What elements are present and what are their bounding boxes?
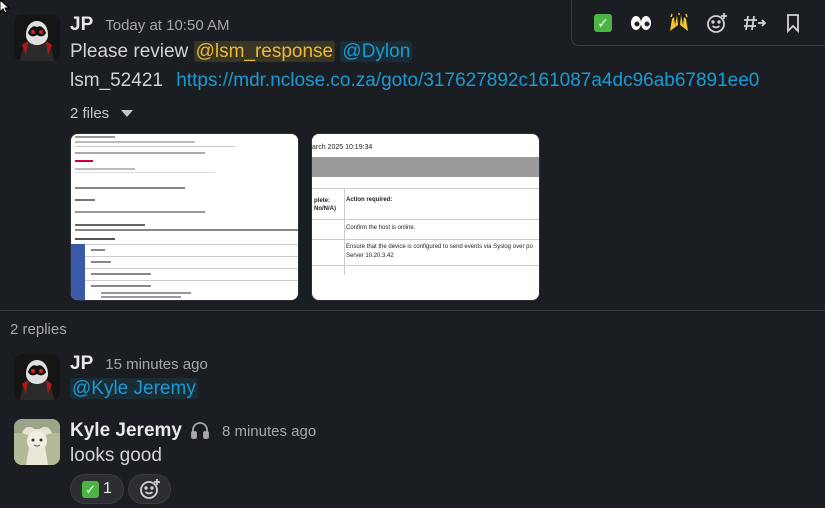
reaction-check-mark[interactable]: ✓ 1 — [70, 474, 124, 504]
files-toggle[interactable]: 2 files — [70, 105, 134, 122]
add-reaction-button[interactable] — [128, 474, 171, 504]
reply-author[interactable]: Kyle Jeremy — [70, 420, 182, 442]
forward-channel-icon[interactable] — [736, 6, 774, 40]
message-line-2: lsm_52421 https://mdr.nclose.co.za/goto/… — [70, 70, 759, 92]
jp-avatar[interactable] — [14, 15, 60, 61]
reply-timestamp[interactable]: 15 minutes ago — [105, 356, 208, 373]
reply-1-text: @Kyle Jeremy — [70, 378, 198, 400]
file-preview-2[interactable]: arch 2025 10:19:34 plete: No/N/A) Action… — [311, 133, 540, 301]
message-actions-toolbar: ✓ — [571, 0, 825, 46]
preview-row1: Confirm the host is online. — [346, 225, 416, 231]
message-timestamp[interactable]: Today at 10:50 AM — [105, 17, 229, 34]
mention-lsm-response[interactable]: @lsm_response — [193, 41, 336, 62]
check-mark-emoji-icon: ✓ — [82, 480, 100, 498]
thread-divider — [0, 310, 825, 311]
preview-header-bar — [312, 157, 539, 177]
files-count-label: 2 files — [70, 105, 110, 122]
mention-dylon[interactable]: @Dylon — [340, 41, 413, 62]
file-preview-1[interactable] — [70, 133, 299, 301]
reply-author[interactable]: JP — [70, 353, 93, 375]
headphones-icon — [190, 421, 210, 439]
raised-hands-emoji-icon[interactable] — [660, 6, 698, 40]
reply-2-text: looks good — [70, 445, 162, 466]
replies-count: 2 replies — [10, 321, 67, 338]
mouse-cursor-icon — [0, 0, 11, 14]
preview-row2: Ensure that the device is configured to … — [346, 244, 533, 259]
preview-table: plete: No/N/A) Action required: Confirm … — [312, 188, 539, 275]
caret-down-icon — [121, 110, 134, 117]
jp-avatar[interactable] — [14, 354, 60, 400]
preview-col2-header: Action required: — [346, 197, 393, 203]
eyes-emoji-icon[interactable] — [622, 6, 660, 40]
message-text: Please review — [70, 41, 189, 62]
ticket-id: lsm_52421 — [70, 70, 163, 91]
mdr-link[interactable]: https://mdr.nclose.co.za/goto/317627892c… — [176, 70, 759, 91]
preview-col1-header: plete: No/N/A) — [314, 198, 336, 212]
mention-kyle-jeremy[interactable]: @Kyle Jeremy — [70, 378, 198, 399]
kyle-jeremy-avatar[interactable] — [14, 419, 60, 465]
bookmark-icon[interactable] — [774, 6, 812, 40]
add-reaction-icon[interactable] — [698, 6, 736, 40]
message-line-1: Please review @lsm_response @Dylon — [70, 41, 413, 63]
message-author[interactable]: JP — [70, 14, 93, 36]
reaction-count: 1 — [103, 480, 112, 497]
check-mark-emoji-icon[interactable]: ✓ — [584, 6, 622, 40]
reply-timestamp[interactable]: 8 minutes ago — [222, 423, 316, 440]
add-reaction-icon — [139, 479, 160, 499]
preview-date-text: arch 2025 10:19:34 — [312, 144, 373, 151]
